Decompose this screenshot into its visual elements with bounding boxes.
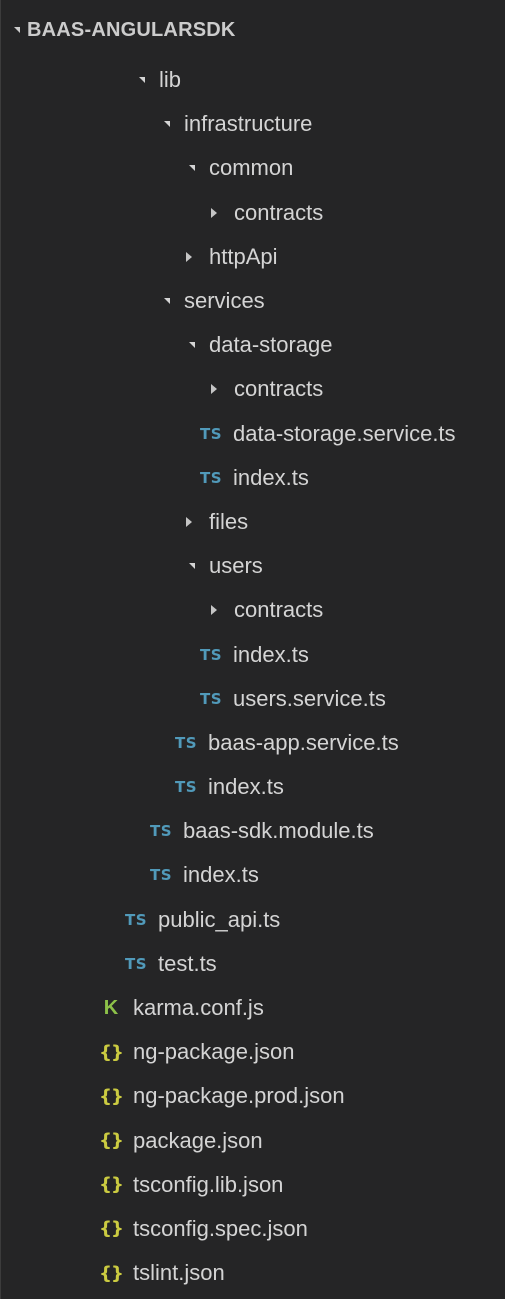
typescript-icon: TS [199,645,223,664]
tree-item-label: contracts [234,199,324,225]
tree-folder-item[interactable]: contracts [1,191,505,235]
json-icon: {} [99,1218,124,1240]
tree-file-item[interactable]: TS data-storage.service.ts [1,412,505,456]
tree-item-label: index.ts [233,464,309,490]
tree-item-label: common [209,155,294,181]
typescript-icon: TS [149,866,173,885]
chevron-right-icon[interactable] [202,367,226,411]
typescript-icon: TS [124,910,148,929]
tree-item-label: lib [159,67,182,93]
tree-folder-item[interactable]: files [1,500,505,544]
chevron-down-icon[interactable] [152,102,176,146]
tree-item-label: tslint.json [133,1260,225,1286]
tree-file-item[interactable]: {} ng-package.prod.json [1,1074,505,1118]
chevron-down-icon[interactable] [177,323,201,367]
tree-item-label: tsconfig.lib.json [133,1171,284,1197]
tree-file-item[interactable]: {} tsconfig.spec.json [1,1207,505,1251]
tree-file-item[interactable]: Kkarma.conf.js [1,986,505,1030]
tree-item-label: files [209,508,249,534]
tree-file-item[interactable]: TS baas-sdk.module.ts [1,809,505,853]
tree-file-item[interactable]: TS index.ts [1,632,505,676]
json-icon: {} [99,1041,124,1063]
tree-item-label: public_api.ts [158,906,281,932]
project-root-header[interactable]: BAAS-ANGULARSDK [1,8,505,52]
tree-folder-item[interactable]: users [1,544,505,588]
chevron-down-icon[interactable] [177,146,201,190]
tree-item-label: ng-package.json [133,1039,295,1065]
tree-file-item[interactable]: TS users.service.ts [1,677,505,721]
chevron-right-icon[interactable] [202,191,226,235]
tree-folder-item[interactable]: contracts [1,588,505,632]
typescript-icon: TS [199,689,223,708]
tree-item-label: infrastructure [184,111,313,137]
chevron-right-icon[interactable] [177,235,201,279]
tree-folder-item[interactable]: contracts [1,367,505,411]
typescript-icon: TS [124,954,148,973]
tree-folder-item[interactable]: common [1,146,505,190]
typescript-icon: TS [199,424,223,443]
chevron-right-icon[interactable] [177,500,201,544]
project-root-label: BAAS-ANGULARSDK [27,18,236,41]
tree-folder-item[interactable]: httpApi [1,235,505,279]
karma-icon: K [103,996,119,1019]
json-icon: {} [99,1130,124,1152]
tree-item-label: contracts [234,376,324,402]
typescript-icon: TS [149,822,173,841]
tree-item-label: baas-sdk.module.ts [183,818,374,844]
typescript-icon: TS [199,468,223,487]
tree-item-label: test.ts [158,950,217,976]
chevron-right-icon[interactable] [202,588,226,632]
tree-folder-item[interactable]: infrastructure [1,102,505,146]
tree-item-label: baas-app.service.ts [208,729,399,755]
tree-item-label: tsconfig.spec.json [133,1215,308,1241]
typescript-icon: TS [174,733,198,752]
tree-file-item[interactable]: TS baas-app.service.ts [1,721,505,765]
tree-file-item[interactable]: TS public_api.ts [1,898,505,942]
tree-file-item[interactable]: TS test.ts [1,942,505,986]
tree-item-label: data-storage [209,332,333,358]
tree-file-item[interactable]: {} package.json [1,1119,505,1163]
tree-item-label: index.ts [233,641,309,667]
tree-item-label: index.ts [183,862,259,888]
chevron-down-icon[interactable] [127,58,151,102]
tree-item-label: data-storage.service.ts [233,420,456,446]
tree-file-item[interactable]: TS index.ts [1,456,505,500]
tree-item-label: ng-package.prod.json [133,1083,345,1109]
tree-item-label: package.json [133,1127,263,1153]
file-tree: lib infrastructure common contracts httpApi s… [1,58,505,1295]
tree-file-item[interactable]: TS index.ts [1,853,505,897]
tree-file-item[interactable]: {} tsconfig.lib.json [1,1163,505,1207]
json-icon: {} [99,1174,124,1196]
tree-item-label: index.ts [208,774,284,800]
explorer-panel: BAAS-ANGULARSDK lib infrastructure common c… [0,0,505,1299]
typescript-icon: TS [174,778,198,797]
tree-folder-item[interactable]: data-storage [1,323,505,367]
chevron-down-icon[interactable] [1,27,27,33]
chevron-down-icon[interactable] [152,279,176,323]
tree-folder-item[interactable]: lib [1,58,505,102]
chevron-down-icon[interactable] [177,544,201,588]
tree-item-label: users.service.ts [233,685,386,711]
tree-file-item[interactable]: {} ng-package.json [1,1030,505,1074]
json-icon: {} [99,1085,124,1107]
tree-file-item[interactable]: {} tslint.json [1,1251,505,1295]
tree-item-label: services [184,288,265,314]
tree-folder-item[interactable]: services [1,279,505,323]
tree-item-label: contracts [234,597,324,623]
tree-item-label: httpApi [209,243,278,269]
tree-item-label: users [209,553,263,579]
json-icon: {} [99,1262,124,1284]
tree-item-label: karma.conf.js [133,995,264,1021]
tree-file-item[interactable]: TS index.ts [1,765,505,809]
